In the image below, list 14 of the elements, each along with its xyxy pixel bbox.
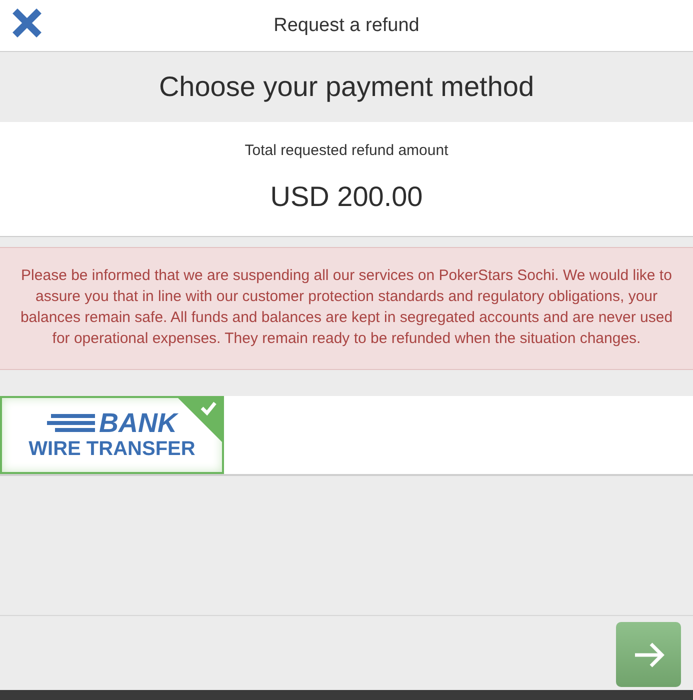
amount-value: USD 200.00 <box>270 181 423 213</box>
amount-label: Total requested refund amount <box>244 142 448 159</box>
next-button[interactable] <box>616 622 681 687</box>
close-button[interactable] <box>10 6 44 40</box>
logo-text: WIRE TRANSFER <box>28 437 196 461</box>
payment-method-card[interactable]: BANK WIRE TRANSFER <box>0 396 224 474</box>
section-heading: Choose your payment method <box>158 71 534 103</box>
close-icon <box>10 6 44 40</box>
logo-text: BANK <box>99 409 177 437</box>
notice-message: Please be informed that we are suspending all our services on PokerStars Sochi. We would like to assure you that in line with our customer protection standards and regulatory obligations, your balances remain safe. All funds and balances are kept in segregated accounts and are never used for operational expenses. They remain ready to be refunded when the situation changes. <box>0 247 693 370</box>
selected-check-icon <box>178 398 222 442</box>
speed-lines-icon <box>47 413 95 433</box>
arrow-right-icon <box>632 640 664 668</box>
page-title: Request a refund <box>274 14 420 36</box>
